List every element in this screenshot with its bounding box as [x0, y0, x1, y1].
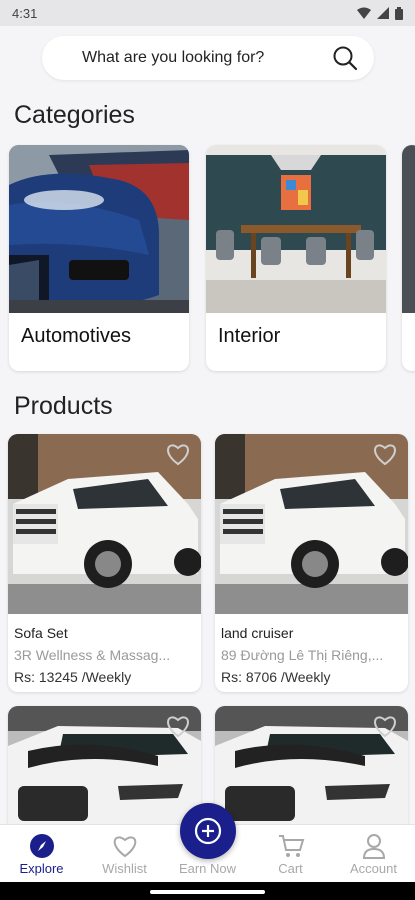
- cart-icon: [278, 835, 304, 857]
- wishlist-heart-icon[interactable]: [372, 442, 398, 466]
- heart-icon: [113, 836, 136, 858]
- battery-icon: [395, 6, 403, 20]
- wifi-icon: [357, 7, 371, 19]
- compass-icon: [29, 834, 54, 858]
- product-price: Rs: 8706 /Weekly: [221, 669, 331, 685]
- status-time: 4:31: [12, 5, 38, 21]
- nav-wishlist[interactable]: Wishlist: [85, 833, 165, 876]
- product-price: Rs: 13245 /Weekly: [14, 669, 132, 685]
- user-icon: [362, 834, 385, 859]
- search-icon[interactable]: [332, 45, 358, 71]
- category-image-interior: [206, 145, 386, 313]
- wishlist-heart-icon[interactable]: [165, 714, 191, 738]
- categories-heading: Categories: [14, 101, 135, 129]
- product-location: 89 Đường Lê Thị Riêng,...: [221, 647, 384, 663]
- category-label: Automotives: [21, 325, 132, 347]
- category-card-interior[interactable]: Interior: [206, 145, 386, 371]
- category-label: Interior: [218, 325, 281, 347]
- category-image-automotives: [9, 145, 189, 313]
- nav-account-label: Account: [350, 861, 397, 876]
- nav-account[interactable]: Account: [334, 833, 414, 876]
- plus-circle-icon: [194, 817, 222, 845]
- earn-now-button[interactable]: [180, 803, 236, 859]
- search-input[interactable]: What are you looking for?: [82, 49, 264, 67]
- product-name: land cruiser: [221, 625, 294, 641]
- search-bar[interactable]: What are you looking for?: [42, 36, 374, 80]
- category-card-automotives[interactable]: Automotives: [9, 145, 189, 371]
- category-card-partial[interactable]: [402, 145, 415, 371]
- signal-icon: [377, 7, 389, 19]
- nav-explore[interactable]: Explore: [2, 833, 82, 876]
- nav-cart-label: Cart: [278, 861, 303, 876]
- wishlist-heart-icon[interactable]: [372, 714, 398, 738]
- nav-wishlist-label: Wishlist: [102, 861, 147, 876]
- nav-cart[interactable]: Cart: [251, 833, 331, 876]
- home-gesture-handle[interactable]: [150, 890, 265, 894]
- product-name: Sofa Set: [14, 625, 68, 641]
- status-icons: [357, 6, 403, 20]
- nav-earn-now-label: Earn Now: [178, 861, 237, 876]
- products-heading: Products: [14, 392, 113, 420]
- status-bar: 4:31: [0, 0, 415, 26]
- category-image-partial: [402, 145, 415, 313]
- wishlist-heart-icon[interactable]: [165, 442, 191, 466]
- nav-explore-label: Explore: [19, 861, 64, 876]
- product-location: 3R Wellness & Massag...: [14, 647, 171, 663]
- product-card[interactable]: Sofa Set 3R Wellness & Massag... Rs: 132…: [8, 434, 201, 692]
- product-card[interactable]: land cruiser 89 Đường Lê Thị Riêng,... R…: [215, 434, 408, 692]
